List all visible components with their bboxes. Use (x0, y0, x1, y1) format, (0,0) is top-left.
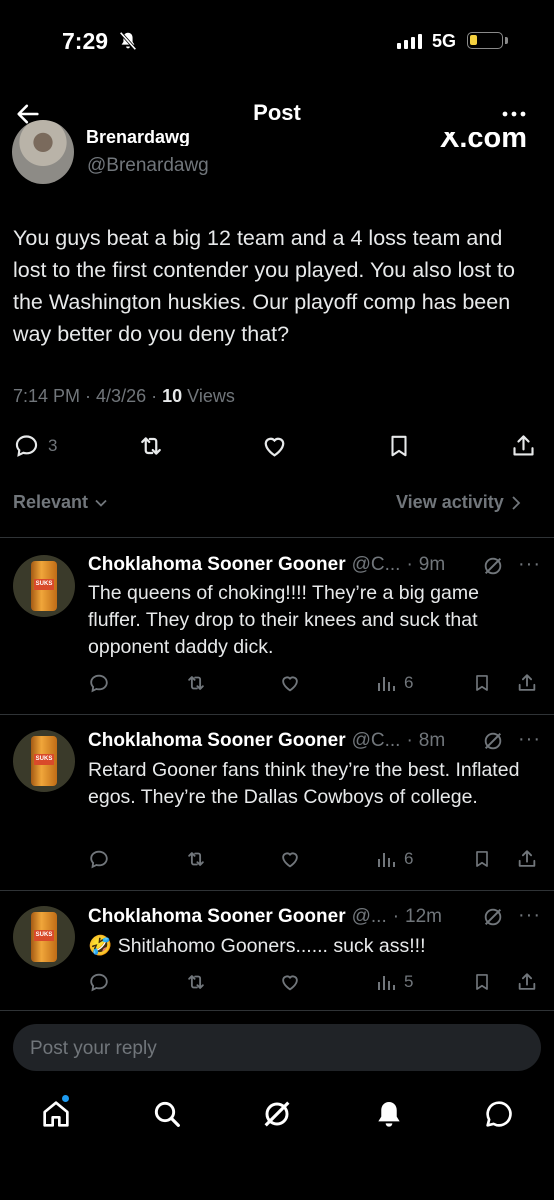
views-button[interactable]: 5 (376, 972, 413, 992)
network-type: 5G (432, 31, 457, 51)
post-time: 7:14 PM (13, 386, 81, 406)
battery-icon (467, 32, 503, 49)
like-icon[interactable] (279, 848, 301, 870)
repost-icon[interactable] (185, 672, 207, 694)
view-activity-link[interactable]: View activity (396, 492, 522, 513)
author-name[interactable]: Brenardawg (86, 130, 206, 146)
reply-text: The queens of choking!!!! They’re a big … (88, 582, 479, 658)
chevron-down-icon (95, 499, 107, 507)
divider (0, 890, 554, 891)
reply-header[interactable]: Choklahoma Sooner Gooner @C... · 9m (88, 554, 445, 576)
reply-count: 3 (48, 435, 58, 455)
like-icon[interactable] (279, 672, 301, 694)
share-icon[interactable] (516, 672, 538, 694)
author-avatar[interactable] (12, 120, 74, 184)
repost-icon[interactable] (185, 848, 207, 870)
reply-avatar[interactable]: SUKS (13, 555, 75, 617)
views-button[interactable]: 6 (376, 849, 413, 869)
share-icon[interactable] (516, 848, 538, 870)
x-watermark: X.com (440, 132, 528, 154)
reply-dot: · (406, 730, 413, 751)
reply-avatar[interactable]: SUKS (13, 730, 75, 792)
reply-more-icon[interactable]: ··· (518, 904, 541, 927)
reply-author-name[interactable]: Choklahoma Sooner Gooner (88, 906, 346, 928)
notifications-bell-icon[interactable] (373, 1098, 405, 1130)
reply-author-handle[interactable]: @C... (352, 554, 401, 576)
post-text: You guys beat a big 12 team and a 4 loss… (13, 226, 515, 346)
chevron-right-icon (512, 495, 521, 510)
grok-icon[interactable] (482, 555, 504, 577)
reply-text: Retard Gooner fans think they’re the bes… (88, 759, 520, 808)
post-meta: 7:14 PM · 4/3/26 · 10 Views (13, 386, 235, 406)
author-handle[interactable]: @Brenardawg (87, 155, 209, 177)
reply-dot: · (392, 906, 400, 927)
battery-tip (505, 37, 508, 44)
reply-avatar[interactable]: SUKS (13, 906, 75, 968)
home-icon[interactable] (40, 1098, 72, 1130)
reply-author-name[interactable]: Choklahoma Sooner Gooner (88, 730, 346, 752)
views-icon (378, 853, 395, 867)
notification-dot (62, 1095, 69, 1102)
repost-icon[interactable] (185, 971, 207, 993)
like-icon[interactable] (279, 971, 301, 993)
reply-time: 9m (418, 554, 446, 575)
bookmark-icon[interactable] (472, 971, 492, 993)
signal-icon (397, 34, 422, 49)
reply-text: 🤣 Shitlahomo Gooners...... suck ass!!! (88, 935, 426, 957)
views-count: 6 (404, 673, 414, 692)
reply-more-icon[interactable]: ··· (518, 728, 541, 751)
views-label: Views (187, 386, 235, 406)
grok-icon[interactable] (482, 730, 504, 752)
views-icon (378, 976, 395, 990)
like-icon[interactable] (260, 432, 289, 460)
views-count: 5 (404, 972, 414, 991)
divider (0, 1010, 554, 1011)
bell-slash-icon (119, 31, 137, 51)
reply-icon[interactable] (88, 672, 110, 694)
views-icon (378, 677, 395, 691)
reply-placeholder: Post your reply (30, 1038, 157, 1059)
search-icon[interactable] (151, 1098, 183, 1130)
share-icon[interactable] (516, 971, 538, 993)
share-icon[interactable] (510, 432, 537, 460)
reply-author-name[interactable]: Choklahoma Sooner Gooner (88, 554, 346, 576)
views-count: 6 (404, 849, 414, 868)
reply-time: 8m (418, 730, 446, 751)
bookmark-icon[interactable] (472, 672, 492, 694)
reply-icon[interactable] (88, 848, 110, 870)
reply-dot: · (406, 554, 413, 575)
reply-time: 12m (405, 906, 443, 927)
page-title: Post (253, 100, 301, 125)
bookmark-icon[interactable] (472, 848, 492, 870)
reply-icon[interactable] (88, 971, 110, 993)
reply-more-icon[interactable]: ··· (518, 553, 541, 576)
reply-header[interactable]: Choklahoma Sooner Gooner @C... · 8m (88, 730, 445, 752)
sort-label: Relevant (13, 492, 89, 512)
reply-header[interactable]: Choklahoma Sooner Gooner @... · 12m (88, 906, 442, 928)
more-options-icon[interactable] (500, 104, 528, 124)
sort-dropdown[interactable]: Relevant (13, 492, 108, 513)
grok-icon[interactable] (261, 1098, 293, 1130)
grok-icon[interactable] (482, 906, 504, 928)
reply-author-handle[interactable]: @C... (352, 730, 401, 752)
divider (0, 714, 554, 715)
status-time: 7:29 (62, 28, 109, 54)
reply-button[interactable]: 3 (13, 432, 57, 459)
views-button[interactable]: 6 (376, 673, 413, 693)
views-count: 10 (162, 386, 183, 406)
post-date: 4/3/26 (96, 386, 147, 406)
reply-author-handle[interactable]: @... (352, 906, 387, 928)
divider (0, 537, 554, 538)
reply-icon (15, 435, 38, 457)
bookmark-icon[interactable] (386, 432, 412, 460)
repost-icon[interactable] (137, 432, 165, 460)
messages-icon[interactable] (483, 1098, 515, 1130)
view-activity-label: View activity (396, 492, 504, 512)
